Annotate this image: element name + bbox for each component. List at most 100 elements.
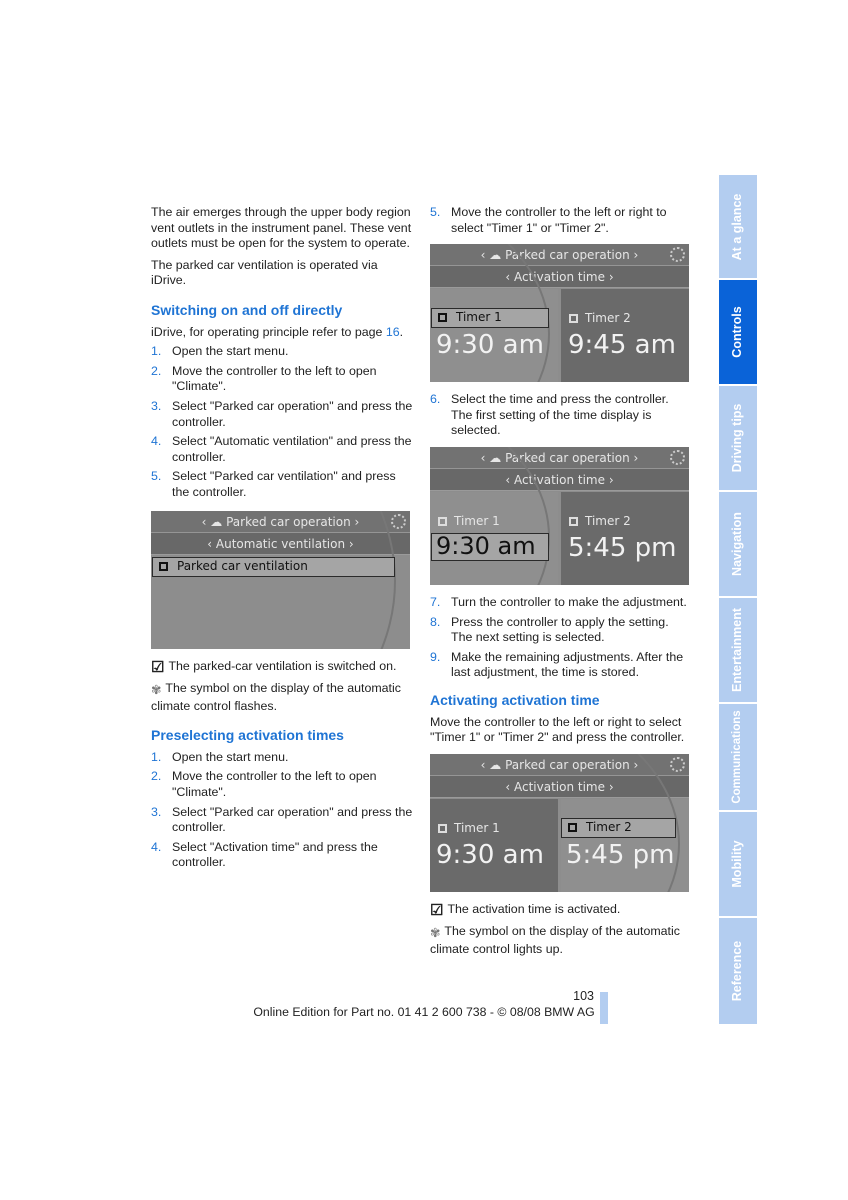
tab-label: Communications — [731, 710, 744, 804]
timer2-item[interactable]: Timer 2 — [561, 310, 631, 327]
list-item: 1. Open the start menu. — [151, 344, 289, 359]
timer2-time[interactable]: 5:45 pm — [566, 840, 674, 870]
left-column: The air emerges through the upper body r… — [151, 205, 413, 875]
timer2-item[interactable]: Timer 2 — [561, 817, 676, 838]
section-heading: Preselecting activation times — [151, 727, 344, 744]
tab-label: At a glance — [730, 193, 745, 260]
timer-label: Timer 1 — [456, 310, 502, 325]
timer-label: Timer 2 — [586, 819, 632, 834]
menu-item-parked-car-ventilation[interactable]: Parked car ventilation — [152, 556, 395, 577]
step-text: Select the time and press the controller… — [451, 392, 669, 438]
list-item: 3. Select "Parked car operation" and pres… — [151, 804, 413, 835]
check-icon: ☑ — [151, 658, 165, 676]
list-item: 2. Move the controller to the left to ope… — [151, 769, 377, 800]
note-text: The activation time is activated. — [447, 901, 621, 916]
steps-list: 7. Turn the controller to make the adjust… — [430, 595, 692, 681]
note-text: The symbol on the display of the automat… — [430, 924, 680, 956]
intro-text: The parked car ventilation is operated v… — [151, 257, 378, 288]
tab-reference[interactable]: Reference — [719, 918, 757, 1024]
steps-list: 1. Open the start menu. 2. Move the contro… — [151, 344, 413, 500]
tab-mobility[interactable]: Mobility — [719, 812, 757, 916]
list-item: 3. Select "Parked car operation" and pres… — [151, 398, 413, 429]
step-text: Select "Parked car ventilation" and pres… — [172, 469, 396, 499]
step-text: Move the controller to the left or right… — [451, 205, 667, 235]
step-text: Select "Parked car operation" and press … — [172, 398, 413, 429]
list-item: 8. Press the controller to apply the sett… — [430, 614, 669, 645]
controller-icon — [670, 756, 685, 772]
note-text: The symbol on the display of the automat… — [151, 681, 401, 713]
list-item: 6. Select the time and press the controll… — [430, 392, 669, 438]
tab-communications[interactable]: Communications — [719, 704, 757, 810]
step-text: Open the start menu. — [172, 749, 289, 764]
menu-item-label: Parked car ventilation — [177, 558, 308, 573]
step-text: Select "Automatic ventilation" and press… — [172, 434, 412, 464]
step-text: Move the controller to the left to open … — [172, 363, 377, 394]
fan-icon: ✾ — [430, 926, 441, 941]
tab-label: Driving tips — [730, 403, 745, 473]
step-text: Press the controller to apply the settin… — [451, 614, 669, 645]
list-item: 4. Select "Activation time" and press the… — [151, 839, 378, 870]
timer1-time[interactable]: 9:30 am — [431, 531, 549, 561]
list-item: 9. Make the remaining adjustments. After … — [430, 649, 684, 680]
step-text: Move the controller to the left to open … — [172, 769, 377, 800]
fan-icon: ✾ — [151, 683, 162, 698]
intro-text: The air emerges through the upper body r… — [151, 205, 412, 251]
timer1-item[interactable]: Timer 1 — [431, 308, 549, 329]
list-item: 1. Open the start menu. — [151, 749, 289, 764]
tab-label: Reference — [730, 940, 745, 1002]
steps-list: 5. Move the controller to the left or rig… — [430, 205, 692, 236]
tab-label: Controls — [730, 306, 745, 358]
checkbox-icon — [569, 314, 578, 324]
note: ✾ The symbol on the display of the automa… — [151, 681, 413, 714]
checkbox-icon — [438, 313, 447, 323]
note-text: The parked-car ventilation is switched o… — [168, 658, 397, 673]
page-link[interactable]: 16 — [386, 325, 400, 339]
timer1-item[interactable]: Timer 1 — [430, 513, 500, 530]
tab-at-a-glance[interactable]: At a glance — [719, 175, 757, 278]
checkbox-icon — [438, 516, 447, 526]
list-item: 7. Turn the controller to make the adjust… — [430, 594, 687, 609]
idrive-screen: ‹ ☁ Parked car operation › ‹ Activation … — [430, 244, 689, 383]
timer2-item[interactable]: Timer 2 — [561, 513, 631, 530]
tab-label: Mobility — [730, 840, 745, 888]
tab-label: Navigation — [730, 512, 745, 576]
checkbox-icon — [568, 822, 577, 832]
tab-controls[interactable]: Controls — [719, 280, 757, 384]
tab-entertainment[interactable]: Entertainment — [719, 598, 757, 702]
right-column: 5. Move the controller to the left or rig… — [430, 205, 692, 964]
step-text: Open the start menu. — [172, 344, 289, 359]
list-item: 5. Select "Parked car ventilation" and pr… — [151, 469, 396, 499]
controller-icon — [670, 247, 685, 263]
idrive-screen: ‹ ☁ Parked car operation › ‹ Activation … — [430, 753, 689, 892]
timer1-time[interactable]: 9:30 am — [436, 840, 544, 870]
controller-icon — [670, 449, 685, 465]
page-number: 103 — [573, 989, 594, 1003]
timer1-item[interactable]: Timer 1 — [430, 820, 500, 837]
tab-navigation[interactable]: Navigation — [719, 492, 757, 596]
step-text: Turn the controller to make the adjustme… — [451, 594, 687, 609]
step-text: Select "Parked car operation" and press … — [172, 804, 413, 835]
timer-label: Timer 2 — [585, 311, 631, 326]
tab-driving-tips[interactable]: Driving tips — [719, 386, 757, 490]
timer-time-value: 9:30 am — [436, 531, 536, 560]
timer1-time[interactable]: 9:30 am — [436, 330, 544, 360]
timer-label: Timer 1 — [454, 513, 500, 528]
page-reference: iDrive, for operating principle refer to… — [151, 325, 413, 341]
checkbox-icon — [159, 561, 168, 571]
note: ✾ The symbol on the display of the automa… — [430, 924, 692, 957]
steps-list: 1. Open the start menu. 2. Move the contro… — [151, 750, 413, 871]
note: ☑ The parked-car ventilation is switched … — [151, 659, 413, 676]
list-item: 5. Move the controller to the left or rig… — [430, 205, 667, 235]
paragraph: Move the controller to the left or right… — [430, 714, 685, 745]
idrive-screen: ‹ ☁ Parked car operation › ‹ Automatic v… — [151, 510, 410, 649]
idrive-screen: ‹ ☁ Parked car operation › ‹ Activation … — [430, 446, 689, 585]
timer2-time[interactable]: 9:45 am — [568, 330, 676, 360]
controller-icon — [391, 513, 406, 529]
list-item: 4. Select "Automatic ventilation" and pre… — [151, 434, 412, 464]
tab-label: Entertainment — [730, 607, 745, 693]
section-heading: Activating activation time — [430, 691, 600, 708]
timer-label: Timer 2 — [585, 513, 631, 528]
timer2-time[interactable]: 5:45 pm — [568, 533, 676, 563]
note: ☑ The activation time is activated. — [430, 902, 692, 919]
ref-text: iDrive, for operating principle refer to… — [151, 324, 386, 339]
